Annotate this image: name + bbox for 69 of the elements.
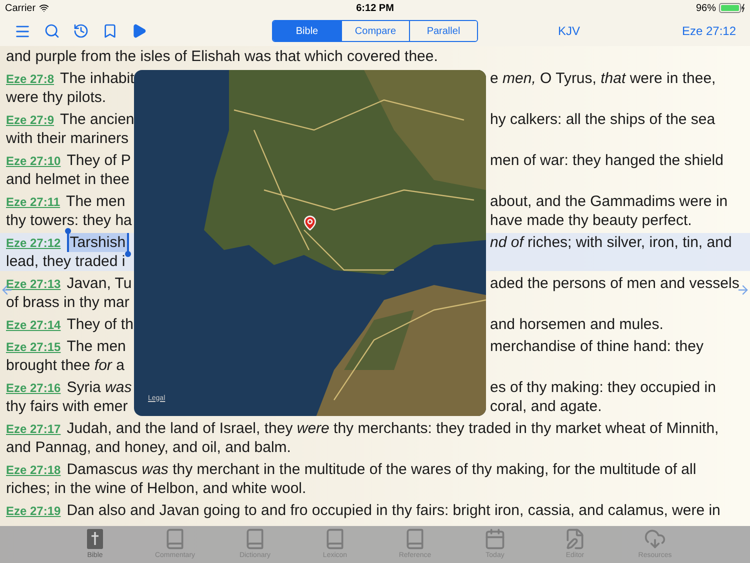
history-icon[interactable] bbox=[73, 23, 89, 39]
book-icon bbox=[324, 528, 346, 550]
verse-link[interactable]: Eze 27:19 bbox=[6, 502, 61, 521]
verse-text: They of th bbox=[66, 315, 134, 334]
verse-text: coral, and agate. bbox=[490, 397, 602, 416]
book-icon bbox=[164, 528, 186, 550]
verse-text: aded the persons of men and vessels bbox=[490, 274, 740, 293]
verse-link[interactable]: Eze 27:18 bbox=[6, 461, 61, 480]
battery-icon bbox=[719, 3, 746, 13]
verse-text: Syria was bbox=[66, 378, 132, 397]
verse-text: brought thee for a bbox=[6, 356, 124, 375]
map-pin-icon[interactable] bbox=[302, 215, 318, 231]
verse-text: Damascus was thy merchant in the multitude of the wares of thy making, for the multitude of all bbox=[66, 460, 696, 479]
selection-handle[interactable] bbox=[64, 228, 71, 234]
wifi-icon bbox=[38, 3, 49, 13]
bookmark-icon[interactable] bbox=[102, 23, 118, 39]
verse-text: of brass in thy mar bbox=[6, 293, 130, 312]
verse-text: and horsemen and mules. bbox=[490, 315, 664, 334]
clock: 6:12 PM bbox=[356, 2, 394, 16]
verse-text: Javan, Tu bbox=[66, 274, 132, 293]
verse-text: They of P bbox=[66, 151, 131, 170]
verse-text: nd of riches; with silver, iron, tin, and bbox=[490, 233, 732, 252]
verse-text: Dan also and Javan going to and fro occupied in thy fairs: bright iron, cassia, and calamus, were in bbox=[66, 501, 720, 520]
verse-link[interactable]: Eze 27:9 bbox=[6, 111, 54, 130]
verse-link[interactable]: Eze 27:14 bbox=[6, 316, 61, 335]
play-icon[interactable] bbox=[131, 23, 147, 39]
verse-link[interactable]: Eze 27:13 bbox=[6, 275, 61, 294]
verse-text: were thy pilots. bbox=[6, 88, 106, 107]
verse-text: The ancien bbox=[60, 110, 134, 129]
verse-text: lead, they traded i bbox=[6, 252, 126, 271]
book-icon bbox=[404, 528, 426, 550]
verse-text: Judah, and the land of Israel, they were thy merchants: they traded in thy market wheat of Minnith, bbox=[66, 419, 719, 438]
verse-text: The inhabit bbox=[60, 69, 134, 88]
verse-link[interactable]: Eze 27:17 bbox=[6, 420, 61, 439]
verse-link[interactable]: Eze 27:15 bbox=[6, 338, 61, 357]
verse-text: e men, O Tyrus, that were in thee, bbox=[490, 69, 716, 88]
verse-link[interactable]: Eze 27:11 bbox=[6, 193, 60, 212]
reference-button[interactable]: Eze 27:12 bbox=[682, 22, 736, 40]
verse-text: have made thy beauty perfect. bbox=[490, 211, 692, 230]
verse-text: with their mariners bbox=[6, 129, 129, 148]
verse-text: merchandise of thine hand: they bbox=[490, 337, 704, 356]
verse-text: about, and the Gammadims were in bbox=[490, 192, 728, 211]
verse-text: thy fairs with emer bbox=[6, 397, 128, 416]
verse-text: thy towers: they ha bbox=[6, 211, 132, 230]
mode-tab[interactable]: Bible bbox=[273, 21, 341, 41]
verse-link[interactable]: Eze 27:10 bbox=[6, 152, 61, 171]
verse-text: and helmet in thee bbox=[6, 170, 130, 189]
book-icon bbox=[244, 528, 266, 550]
verse-text: and purple from the isles of Elishah was that which covered thee. bbox=[6, 47, 438, 66]
verse-text: The men bbox=[66, 337, 126, 356]
verse-text: es of thy making: they occupied in bbox=[490, 378, 716, 397]
bible-icon bbox=[86, 528, 104, 550]
version-button[interactable]: KJV bbox=[558, 22, 580, 40]
verse-text: hy calkers: all the ships of the sea bbox=[490, 110, 716, 129]
verse-text: riches; in the wine of Helbon, and white wool. bbox=[6, 479, 306, 498]
mode-tab[interactable]: Parallel bbox=[409, 21, 477, 41]
verse-text: The men bbox=[66, 192, 126, 211]
verse-text: men of war: they hanged the shield bbox=[490, 151, 724, 170]
search-icon[interactable] bbox=[44, 23, 60, 39]
selection-handle[interactable] bbox=[124, 251, 131, 257]
battery-percent: 96% bbox=[696, 2, 716, 16]
cloud-download-icon bbox=[644, 528, 666, 550]
document-pen-icon bbox=[564, 528, 586, 550]
verse-link[interactable]: Eze 27:8 bbox=[6, 70, 54, 89]
verse-link[interactable]: Eze 27:16 bbox=[6, 379, 61, 398]
calendar-icon bbox=[484, 528, 506, 550]
verse-text: and Pannag, and honey, and oil, and balm. bbox=[6, 438, 291, 457]
carrier-label: Carrier bbox=[5, 2, 36, 16]
verse-link[interactable]: Eze 27:12 bbox=[6, 234, 61, 253]
